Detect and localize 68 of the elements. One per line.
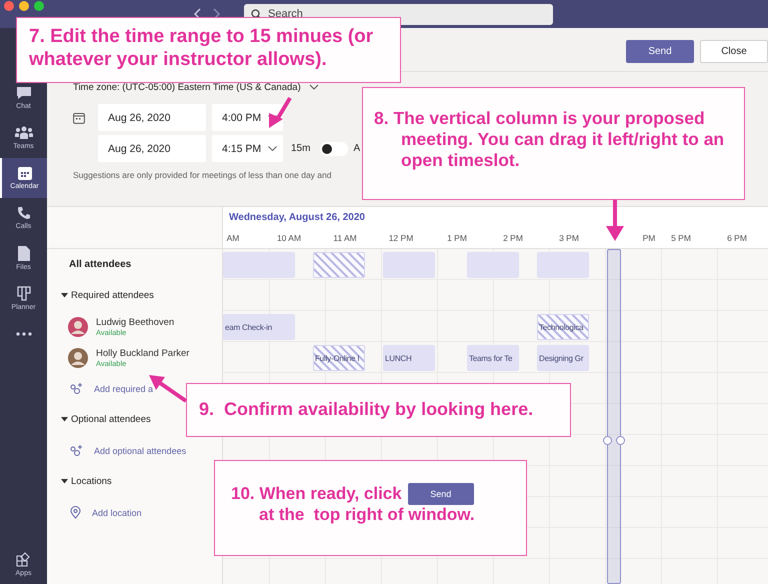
callout-text: 9. Confirm availability by looking here. xyxy=(199,399,534,419)
hour-label: 6 PM xyxy=(726,233,748,243)
planner-icon xyxy=(16,286,30,300)
phone-icon xyxy=(16,206,30,220)
hour-label: 5 PM xyxy=(670,233,692,243)
hour-label: 3 PM xyxy=(558,233,580,243)
hour-label: PM xyxy=(642,233,656,243)
close-window-icon[interactable] xyxy=(4,1,14,11)
time-zone-label: Time zone: (UTC-05:00) Eastern Time (US & Canada) xyxy=(73,82,301,92)
busy-block: Teams for Te xyxy=(467,345,519,371)
send-button-picture: Send xyxy=(408,483,474,505)
add-people-icon xyxy=(70,444,83,456)
pointer-arrow xyxy=(606,200,624,241)
callout-text: 7. Edit the time range to 15 minues (or whatever your instructor allows). xyxy=(29,26,374,70)
send-button[interactable]: Send xyxy=(626,40,694,63)
hour-label: 10 AM xyxy=(276,233,302,243)
add-link[interactable]: Add required a xyxy=(94,384,154,394)
attendee-name: Ludwig Beethoven xyxy=(96,316,174,328)
add-people-icon xyxy=(70,382,83,394)
apps-icon xyxy=(16,552,31,566)
caret-icon xyxy=(61,479,68,484)
suggestion-note: Suggestions are only provided for meetings of less than one day and xyxy=(73,170,332,180)
end-date-field[interactable]: Aug 26, 2020 xyxy=(98,135,206,162)
calendar-icon xyxy=(18,166,32,180)
start-date-field[interactable]: Aug 26, 2020 xyxy=(98,104,206,131)
file-icon xyxy=(18,246,30,260)
busy-block: Fully-Online I xyxy=(313,345,365,371)
add-link[interactable]: Add optional attendees xyxy=(94,446,186,456)
busy-block: LUNCH xyxy=(383,345,435,371)
close-button[interactable]: Close xyxy=(700,40,768,63)
chat-icon xyxy=(16,86,32,100)
zoom-window-icon[interactable] xyxy=(34,1,44,11)
caret-icon xyxy=(61,293,68,298)
date-heading: Wednesday, August 26, 2020 xyxy=(229,212,365,223)
callout-text: at the top right of window. xyxy=(259,505,476,526)
busy-block: Technologica xyxy=(537,314,589,340)
section-toggle[interactable]: Optional attendees xyxy=(61,414,151,425)
callout-text: 10. When ready, click xyxy=(231,484,402,504)
minimize-window-icon[interactable] xyxy=(19,1,29,11)
pointer-arrow xyxy=(149,375,188,403)
end-time-field[interactable]: 4:15 PM xyxy=(212,135,283,162)
hour-label: AM xyxy=(226,233,240,243)
section-toggle[interactable]: Locations xyxy=(61,476,112,487)
hour-label: 12 PM xyxy=(388,233,414,243)
pointer-arrow xyxy=(269,97,292,128)
start-time-field[interactable]: 4:00 PM xyxy=(212,104,283,131)
attendee-name: Holly Buckland Parker xyxy=(96,348,190,358)
hour-label: 1 PM xyxy=(446,233,468,243)
people-icon xyxy=(14,126,32,140)
chevron-down-icon[interactable] xyxy=(308,84,319,90)
calendar-icon xyxy=(73,112,85,124)
section-toggle[interactable]: Required attendees xyxy=(61,290,154,301)
caret-icon xyxy=(61,417,68,422)
chevron-down-icon xyxy=(268,146,277,151)
busy-block: Designing Gr xyxy=(537,345,589,371)
callout-text: 8. The vertical column is your proposed meeting. You can drag it left/right to an open timeslot. xyxy=(374,108,724,170)
avatar-icon xyxy=(68,316,88,336)
add-link[interactable]: Add location xyxy=(92,508,142,518)
hour-label: 2 PM xyxy=(502,233,524,243)
all-day-label: A xyxy=(353,143,360,154)
busy-block: eam Check-in xyxy=(223,314,295,340)
more-icon[interactable] xyxy=(16,332,32,336)
hour-label: 11 AM xyxy=(332,233,358,243)
location-pin-icon xyxy=(70,506,81,519)
duration-label: 15m xyxy=(291,143,310,154)
all-day-toggle[interactable] xyxy=(320,142,348,156)
all-attendees-label: All attendees xyxy=(69,259,132,270)
avatar-icon xyxy=(68,348,88,368)
